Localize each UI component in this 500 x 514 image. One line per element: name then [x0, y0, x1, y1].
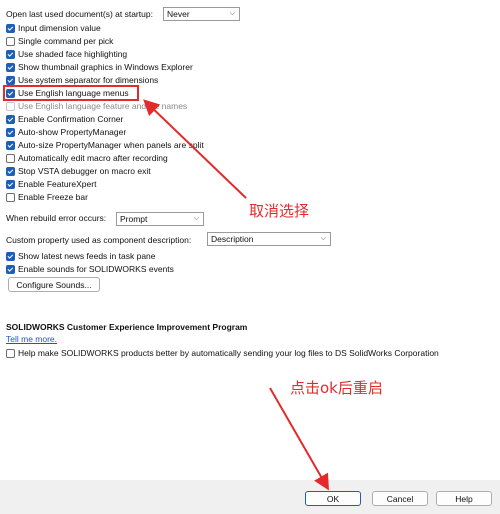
annotation-arrows	[143, 99, 329, 491]
annotation-restart: 点击ok后重启	[290, 379, 383, 397]
arrow-to-checkbox	[143, 99, 247, 199]
arrow-to-ok	[269, 387, 329, 491]
annotation-uncheck: 取消选择	[249, 202, 310, 220]
